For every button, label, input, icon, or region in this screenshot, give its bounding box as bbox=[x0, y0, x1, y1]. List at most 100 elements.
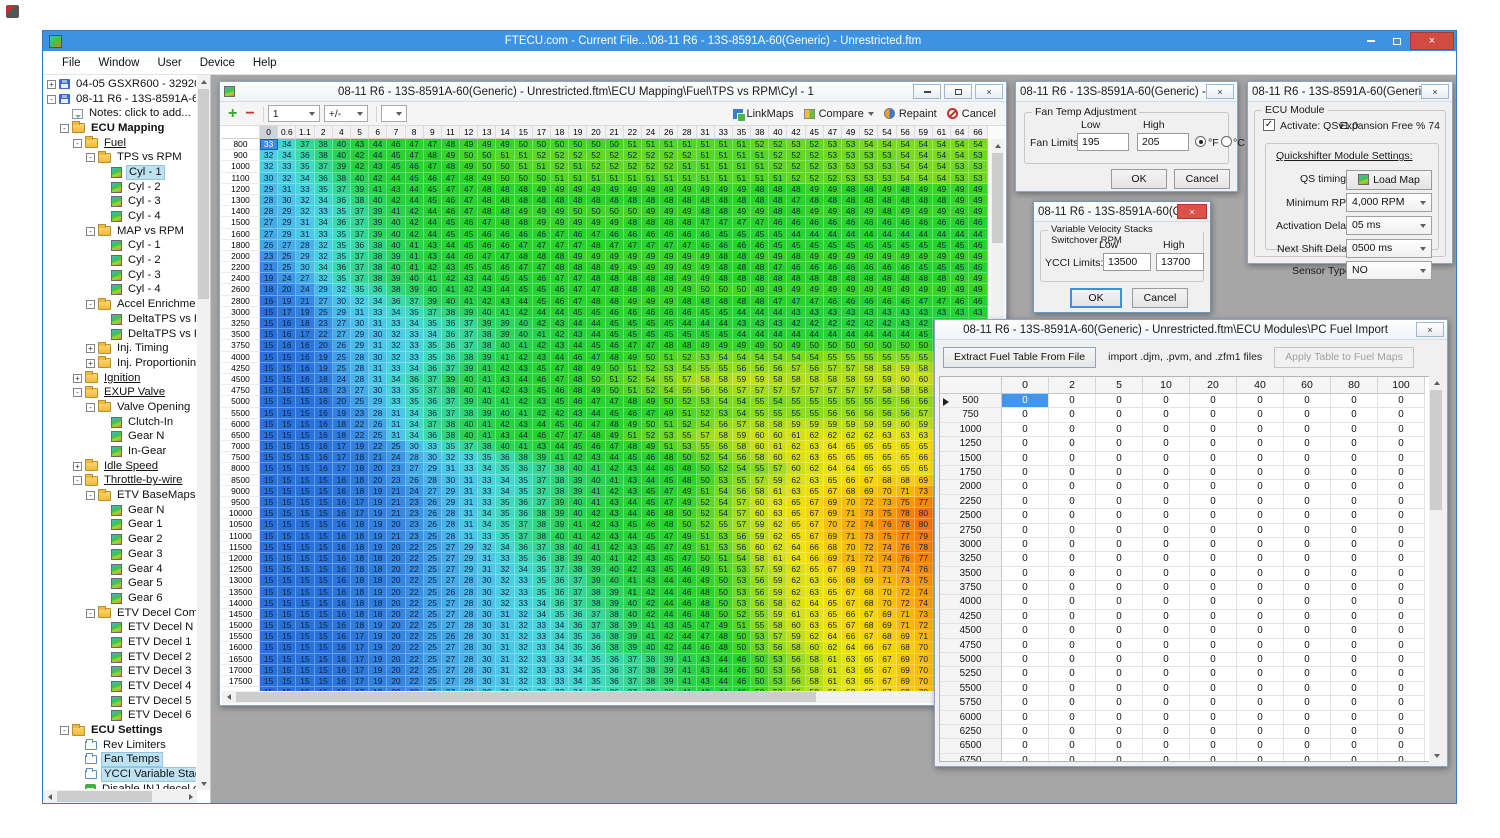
map-cell[interactable]: 39 bbox=[551, 508, 569, 519]
map-cell[interactable]: 16 bbox=[333, 598, 351, 609]
expander-icon[interactable]: - bbox=[47, 95, 56, 104]
map-cell[interactable]: 44 bbox=[751, 329, 769, 340]
map-cell[interactable]: 52 bbox=[733, 609, 751, 620]
map-cell[interactable]: 35 bbox=[478, 452, 496, 463]
map-cell[interactable]: 49 bbox=[897, 284, 915, 295]
map-cell[interactable]: 27 bbox=[442, 665, 460, 676]
map-cell[interactable]: 45 bbox=[460, 240, 478, 251]
map-cell[interactable]: 18 bbox=[315, 385, 333, 396]
map-col-header[interactable]: 6 bbox=[369, 126, 387, 139]
import-cell[interactable]: 0 bbox=[1284, 423, 1331, 437]
map-cell[interactable]: 33 bbox=[551, 665, 569, 676]
map-cell[interactable]: 22 bbox=[406, 665, 424, 676]
map-cell[interactable]: 50 bbox=[678, 508, 696, 519]
map-cell[interactable]: 43 bbox=[442, 262, 460, 273]
map-cell[interactable]: 44 bbox=[587, 408, 605, 419]
map-cell[interactable]: 41 bbox=[606, 475, 624, 486]
import-cell[interactable]: 0 bbox=[1378, 452, 1425, 466]
map-cell[interactable]: 34 bbox=[569, 665, 587, 676]
map-cell[interactable]: 45 bbox=[678, 329, 696, 340]
map-cell[interactable]: 48 bbox=[715, 631, 733, 642]
tree-item[interactable]: In-Gear bbox=[44, 444, 196, 459]
map-cell[interactable]: 51 bbox=[606, 173, 624, 184]
map-cell[interactable]: 48 bbox=[751, 184, 769, 195]
map-cell[interactable]: 27 bbox=[442, 609, 460, 620]
map-cell[interactable]: 50 bbox=[715, 587, 733, 598]
map-cell[interactable]: 34 bbox=[278, 150, 296, 161]
map-cell[interactable]: 15 bbox=[278, 676, 296, 687]
expander-icon[interactable]: - bbox=[86, 300, 95, 309]
map-cell[interactable]: 49 bbox=[606, 217, 624, 228]
map-cell[interactable]: 27 bbox=[442, 564, 460, 575]
map-cell[interactable]: 49 bbox=[569, 184, 587, 195]
map-cell[interactable]: 58 bbox=[878, 385, 896, 396]
map-cell[interactable]: 31 bbox=[387, 419, 405, 430]
map-cell[interactable]: 35 bbox=[551, 609, 569, 620]
map-cell[interactable]: 59 bbox=[751, 531, 769, 542]
import-cell[interactable]: 0 bbox=[1331, 495, 1378, 509]
map-cell[interactable]: 51 bbox=[660, 441, 678, 452]
map-row-header[interactable]: 15500 bbox=[222, 631, 260, 642]
map-cell[interactable]: 54 bbox=[915, 173, 933, 184]
map-cell[interactable]: 49 bbox=[678, 206, 696, 217]
map-cell[interactable]: 28 bbox=[442, 519, 460, 530]
map-cell[interactable]: 58 bbox=[769, 419, 787, 430]
map-cell[interactable]: 49 bbox=[678, 184, 696, 195]
map-cell[interactable]: 56 bbox=[806, 363, 824, 374]
map-cell[interactable]: 65 bbox=[806, 486, 824, 497]
map-cell[interactable]: 48 bbox=[697, 195, 715, 206]
map-cell[interactable]: 45 bbox=[551, 419, 569, 430]
map-cell[interactable]: 58 bbox=[769, 374, 787, 385]
map-cell[interactable]: 44 bbox=[769, 307, 787, 318]
map-cell[interactable]: 58 bbox=[824, 374, 842, 385]
import-cell[interactable]: 0 bbox=[1284, 739, 1331, 753]
map-cell[interactable]: 61 bbox=[824, 676, 842, 687]
import-cell[interactable]: 0 bbox=[1378, 739, 1425, 753]
import-cell[interactable]: 0 bbox=[1143, 538, 1190, 552]
map-cell[interactable]: 39 bbox=[387, 251, 405, 262]
map-cell[interactable]: 48 bbox=[715, 296, 733, 307]
map-cell[interactable]: 67 bbox=[878, 654, 896, 665]
map-cell[interactable]: 48 bbox=[842, 206, 860, 217]
map-cell[interactable]: 41 bbox=[624, 587, 642, 598]
map-cell[interactable]: 28 bbox=[442, 531, 460, 542]
map-cell[interactable]: 15 bbox=[278, 564, 296, 575]
map-cell[interactable]: 34 bbox=[387, 307, 405, 318]
map-row-header[interactable]: 8000 bbox=[222, 463, 260, 474]
map-cell[interactable]: 30 bbox=[478, 598, 496, 609]
map-cell[interactable]: 25 bbox=[278, 251, 296, 262]
map-cell[interactable]: 56 bbox=[787, 665, 805, 676]
map-cell[interactable]: 20 bbox=[369, 475, 387, 486]
map-cell[interactable]: 44 bbox=[715, 676, 733, 687]
import-cell[interactable]: 0 bbox=[1002, 495, 1049, 509]
map-cell[interactable]: 47 bbox=[660, 497, 678, 508]
tree-item[interactable]: Gear 4 bbox=[44, 562, 196, 577]
map-cell[interactable]: 49 bbox=[660, 284, 678, 295]
activation-delay-select[interactable]: 05 ms bbox=[1346, 216, 1432, 235]
map-row-header[interactable]: 900 bbox=[222, 150, 260, 161]
import-cell[interactable]: 0 bbox=[1284, 480, 1331, 494]
map-row-header[interactable]: 4750 bbox=[222, 385, 260, 396]
map-cell[interactable]: 43 bbox=[878, 307, 896, 318]
map-cell[interactable]: 33 bbox=[369, 307, 387, 318]
map-cell[interactable]: 20 bbox=[369, 463, 387, 474]
map-cell[interactable]: 53 bbox=[878, 161, 896, 172]
map-cell[interactable]: 48 bbox=[678, 475, 696, 486]
map-row-header[interactable]: 800 bbox=[222, 139, 260, 150]
map-cell[interactable]: 41 bbox=[478, 419, 496, 430]
map-cell[interactable]: 26 bbox=[333, 340, 351, 351]
map-cell[interactable]: 48 bbox=[587, 195, 605, 206]
map-cell[interactable]: 33 bbox=[496, 553, 514, 564]
map-cell[interactable]: 47 bbox=[787, 195, 805, 206]
import-window-titlebar[interactable]: 08-11 R6 - 13S-8591A-60(Generic) - Unres… bbox=[935, 320, 1447, 340]
map-cell[interactable]: 16 bbox=[333, 609, 351, 620]
import-cell[interactable]: 0 bbox=[1331, 394, 1378, 408]
import-cell[interactable]: 0 bbox=[1096, 653, 1143, 667]
map-cell[interactable]: 35 bbox=[296, 161, 314, 172]
map-cell[interactable]: 52 bbox=[642, 430, 660, 441]
map-cell[interactable]: 39 bbox=[460, 307, 478, 318]
map-cell[interactable]: 64 bbox=[824, 463, 842, 474]
map-cell[interactable]: 41 bbox=[478, 430, 496, 441]
map-cell[interactable]: 51 bbox=[624, 430, 642, 441]
map-cell[interactable]: 44 bbox=[660, 598, 678, 609]
